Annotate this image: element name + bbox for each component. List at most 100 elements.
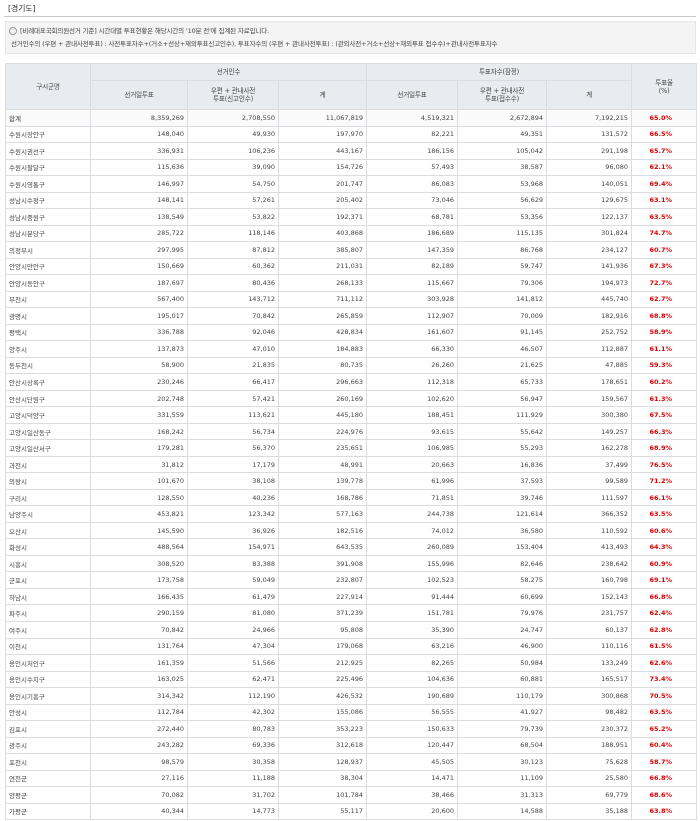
district-name-cell: 파주시 (5, 604, 91, 622)
electors-election-day-cell: 567,400 (90, 290, 188, 309)
electors-election-day-cell: 150,669 (90, 257, 188, 276)
district-name-cell: 용인시기흥구 (5, 687, 91, 705)
header-electors-total: 계 (278, 80, 367, 110)
district-name-cell: 시흥시 (5, 554, 91, 573)
district-name-cell: 연천군 (5, 769, 91, 788)
district-name-cell: 안산시단원구 (5, 389, 91, 408)
voters-postal-cell: 86,768 (457, 241, 547, 259)
turnout-rate-cell: 72.7% (631, 274, 698, 292)
electors-postal-cell: 57,421 (187, 389, 279, 408)
voters-total-cell: 162,278 (545, 439, 633, 457)
district-name-cell: 광주시 (5, 736, 91, 755)
electors-postal-cell: 69,336 (187, 736, 279, 755)
voters-postal-cell: 38,587 (457, 158, 547, 177)
header-voters-postal-text: 우편 + 관내사전 투표(접수수) (479, 87, 525, 103)
electors-election-day-cell: 290,159 (90, 604, 188, 622)
notice-text-2: 선거인수의 (우편 + 관내사전투표) : 사전투표자수+(거소+선상+재외투표… (11, 40, 498, 48)
voters-total-cell: 182,916 (545, 307, 633, 325)
turnout-rate-cell: 60.9% (631, 554, 698, 573)
electors-election-day-cell: 297,995 (90, 241, 188, 259)
notice-box: · [비례대표국회의원선거 기준] 시간대별 투표현황은 해당시간의 '10분 전… (5, 21, 696, 54)
turnout-rate-cell: 63.1% (631, 191, 698, 210)
electors-total-cell: 428,834 (278, 323, 367, 342)
electors-total-cell: 265,859 (278, 307, 367, 325)
voters-postal-cell: 14,588 (457, 802, 547, 821)
turnout-rate-cell: 62.4% (631, 604, 698, 622)
voters-election-day-cell: 20,663 (366, 455, 458, 474)
electors-postal-cell: 62,471 (187, 670, 279, 689)
voters-postal-cell: 46,507 (457, 340, 547, 358)
voters-postal-cell: 91,145 (457, 323, 547, 342)
table-row: 군포시 173,758 59,049 232,807 102,523 58,275 160,… (5, 571, 698, 589)
voters-election-day-cell: 86,083 (366, 175, 458, 193)
electors-total-cell: 225,496 (278, 670, 367, 689)
electors-total-cell: 38,304 (278, 769, 367, 788)
header-district: 구시군명 (5, 63, 91, 110)
turnout-rate-cell: 63.5% (631, 703, 698, 722)
electors-election-day-cell: 488,564 (90, 538, 188, 556)
voters-total-cell: 230,372 (545, 720, 633, 738)
table-row: 광명시 195,017 70,842 265,859 112,907 70,009 182,… (5, 307, 698, 325)
district-name-cell: 오산시 (5, 521, 91, 540)
voters-postal-cell: 21,625 (457, 356, 547, 375)
voters-election-day-cell: 68,781 (366, 208, 458, 226)
electors-postal-cell: 40,236 (187, 488, 279, 507)
electors-total-cell: 211,031 (278, 257, 367, 276)
electors-postal-cell: 2,708,550 (187, 109, 279, 127)
voters-total-cell: 133,249 (545, 654, 633, 672)
voters-election-day-cell: 73,046 (366, 191, 458, 210)
voters-total-cell: 231,757 (545, 604, 633, 622)
electors-election-day-cell: 166,435 (90, 587, 188, 606)
electors-total-cell: 201,747 (278, 175, 367, 193)
electors-total-cell: 224,976 (278, 422, 367, 441)
electors-postal-cell: 49,930 (187, 125, 279, 144)
table-row-total: 합계 8,359,269 2,708,550 11,067,819 4,519,321 2… (5, 109, 698, 127)
voters-election-day-cell: 63,216 (366, 637, 458, 656)
electors-total-cell: 139,778 (278, 472, 367, 490)
voters-total-cell: 60,137 (545, 620, 633, 639)
turnout-rate-cell: 63.5% (631, 208, 698, 226)
turnout-rate-cell: 69.1% (631, 571, 698, 589)
electors-election-day-cell: 70,082 (90, 786, 188, 804)
table-row: 시흥시 308,520 83,388 391,908 155,996 82,646 238,… (5, 554, 698, 573)
electors-postal-cell: 39,090 (187, 158, 279, 177)
district-name-cell: 수원시권선구 (5, 142, 91, 160)
voters-election-day-cell: 147,359 (366, 241, 458, 259)
electors-postal-cell: 81,080 (187, 604, 279, 622)
turnout-rate-cell: 73.4% (631, 670, 698, 689)
electors-election-day-cell: 27,116 (90, 769, 188, 788)
voters-election-day-cell: 20,600 (366, 802, 458, 821)
electors-total-cell: 391,908 (278, 554, 367, 573)
electors-total-cell: 260,169 (278, 389, 367, 408)
turnout-rate-cell: 66.5% (631, 125, 698, 144)
electors-total-cell: 205,402 (278, 191, 367, 210)
district-name-cell: 고양시일산동구 (5, 422, 91, 441)
voters-total-cell: 25,580 (545, 769, 633, 788)
electors-postal-cell: 70,842 (187, 307, 279, 325)
turnout-rate-cell: 59.3% (631, 356, 698, 375)
electors-election-day-cell: 336,931 (90, 142, 188, 160)
voters-total-cell: 300,868 (545, 687, 633, 705)
turnout-rate-cell: 68.8% (631, 307, 698, 325)
voters-postal-cell: 121,614 (457, 505, 547, 523)
electors-election-day-cell: 137,873 (90, 340, 188, 358)
voters-total-cell: 149,257 (545, 422, 633, 441)
table-row: 의정부시 297,995 87,812 385,807 147,359 86,768 234… (5, 241, 698, 259)
electors-election-day-cell: 230,246 (90, 373, 188, 391)
electors-total-cell: 235,651 (278, 439, 367, 457)
turnout-rate-cell: 61.5% (631, 637, 698, 656)
voters-total-cell: 35,188 (545, 802, 633, 821)
table-row: 안양시만안구 150,669 60,362 211,031 82,189 59,747 14… (5, 257, 698, 276)
voters-postal-cell: 60,881 (457, 670, 547, 689)
electors-election-day-cell: 101,670 (90, 472, 188, 490)
voters-election-day-cell: 106,985 (366, 439, 458, 457)
voters-election-day-cell: 186,689 (366, 224, 458, 243)
table-row: 연천군 27,116 11,188 38,304 14,471 11,109 25,580 6… (5, 769, 698, 788)
voters-postal-cell: 31,313 (457, 786, 547, 804)
electors-total-cell: 95,808 (278, 620, 367, 639)
district-name-cell: 부천시 (5, 290, 91, 309)
electors-election-day-cell: 453,821 (90, 505, 188, 523)
electors-postal-cell: 51,566 (187, 654, 279, 672)
electors-total-cell: 179,068 (278, 637, 367, 656)
voters-total-cell: 165,517 (545, 670, 633, 689)
